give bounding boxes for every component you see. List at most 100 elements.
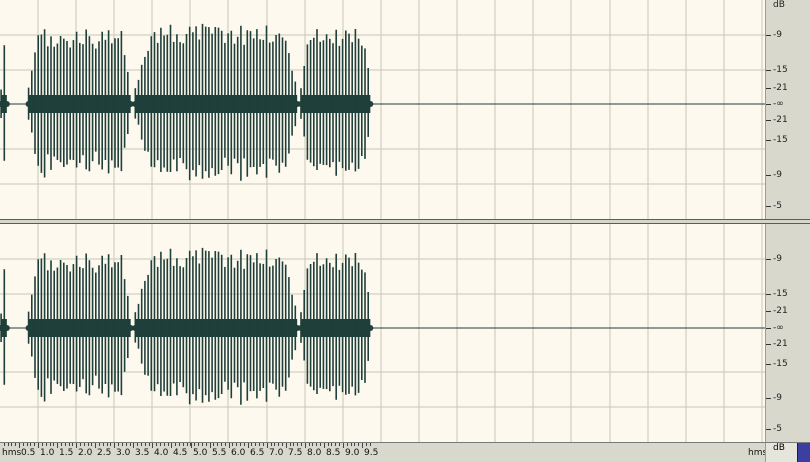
time-minor-tick bbox=[217, 443, 218, 446]
time-tick-label: 9.0 bbox=[345, 448, 360, 458]
db-tick bbox=[766, 311, 771, 312]
time-minor-tick bbox=[370, 443, 371, 446]
time-minor-tick bbox=[331, 443, 332, 446]
time-minor-tick bbox=[263, 443, 264, 446]
time-minor-tick bbox=[160, 443, 161, 446]
segment-edge-marker bbox=[25, 101, 32, 107]
time-minor-tick bbox=[297, 443, 298, 446]
time-minor-tick bbox=[324, 443, 325, 446]
time-ruler[interactable]: hms 0.5 1.0 1.5 2.0 2.5 3.0 3.5 4.0 4.5 5.0 5.5 6.0… bbox=[0, 442, 765, 462]
time-minor-tick bbox=[309, 443, 310, 446]
time-tick-label: 4.0 bbox=[154, 448, 169, 458]
time-minor-tick bbox=[293, 443, 294, 446]
time-minor-tick bbox=[175, 443, 176, 446]
db-tick bbox=[766, 364, 771, 365]
time-minor-tick bbox=[351, 443, 352, 446]
waveform-channel-right[interactable] bbox=[0, 224, 765, 442]
time-minor-tick bbox=[312, 443, 313, 446]
db-tick bbox=[766, 120, 771, 121]
time-minor-tick bbox=[164, 443, 165, 446]
db-tick bbox=[766, 398, 771, 399]
db-tick bbox=[766, 70, 771, 71]
time-minor-tick bbox=[225, 443, 226, 446]
time-minor-tick bbox=[137, 443, 138, 446]
time-minor-tick bbox=[53, 443, 54, 446]
time-minor-tick bbox=[149, 443, 150, 446]
db-tick-label: -21 bbox=[773, 306, 788, 316]
db-tick bbox=[766, 328, 771, 329]
segment-edge-marker bbox=[3, 325, 10, 331]
db-tick-label: -9 bbox=[773, 393, 782, 403]
time-minor-tick bbox=[50, 443, 51, 446]
time-minor-tick bbox=[152, 443, 153, 446]
time-minor-tick bbox=[316, 443, 317, 446]
time-minor-tick bbox=[19, 443, 20, 446]
db-tick-label: -15 bbox=[773, 359, 788, 369]
time-minor-tick bbox=[343, 443, 344, 446]
segment-edge-marker bbox=[25, 325, 32, 331]
time-minor-tick bbox=[335, 443, 336, 446]
db-bottom-unit: dB bbox=[773, 443, 785, 453]
time-minor-tick bbox=[122, 443, 123, 446]
time-minor-tick bbox=[244, 443, 245, 446]
time-minor-tick bbox=[366, 443, 367, 446]
db-tick bbox=[766, 344, 771, 345]
time-tick-label: 6.5 bbox=[250, 448, 265, 458]
time-tick-label: 9.5 bbox=[364, 448, 379, 458]
time-minor-tick bbox=[229, 443, 230, 446]
time-minor-tick bbox=[362, 443, 363, 446]
time-minor-tick bbox=[15, 443, 16, 446]
time-minor-tick bbox=[61, 443, 62, 446]
db-tick bbox=[766, 294, 771, 295]
time-minor-tick bbox=[110, 443, 111, 446]
time-minor-tick bbox=[107, 443, 108, 446]
time-tick-label: 8.0 bbox=[307, 448, 322, 458]
time-minor-tick bbox=[133, 443, 134, 446]
db-tick bbox=[766, 35, 771, 36]
segment-edge-marker bbox=[297, 101, 304, 107]
time-tick-label: 3.0 bbox=[116, 448, 131, 458]
time-minor-tick bbox=[271, 443, 272, 446]
time-minor-tick bbox=[42, 443, 43, 446]
db-ruler-bottom: -9 -15 -21 -∞ -21 -15 -9 -5 bbox=[765, 224, 810, 442]
segment-edge-marker bbox=[132, 325, 139, 331]
time-minor-tick bbox=[213, 443, 214, 446]
time-minor-tick bbox=[183, 443, 184, 446]
db-tick-label: -9 bbox=[773, 254, 782, 264]
scroll-button[interactable] bbox=[797, 443, 810, 462]
time-minor-tick bbox=[248, 443, 249, 446]
time-minor-tick bbox=[171, 443, 172, 446]
time-minor-tick bbox=[126, 443, 127, 446]
time-minor-tick bbox=[339, 443, 340, 446]
time-minor-tick bbox=[95, 443, 96, 446]
waveform-bars bbox=[0, 23, 374, 181]
db-tick-label: -15 bbox=[773, 65, 788, 75]
time-minor-tick bbox=[38, 443, 39, 446]
time-minor-tick bbox=[305, 443, 306, 446]
time-minor-tick bbox=[72, 443, 73, 446]
time-minor-tick bbox=[240, 443, 241, 446]
db-tick-label: -15 bbox=[773, 289, 788, 299]
time-minor-tick bbox=[187, 443, 188, 446]
time-minor-tick bbox=[236, 443, 237, 446]
time-minor-tick bbox=[278, 443, 279, 446]
db-tick-label: -∞ bbox=[773, 99, 784, 109]
segment-edge-marker bbox=[132, 101, 139, 107]
time-tick-label: 7.0 bbox=[269, 448, 284, 458]
time-minor-tick bbox=[354, 443, 355, 446]
time-minor-tick bbox=[286, 443, 287, 446]
time-minor-tick bbox=[114, 443, 115, 446]
time-minor-tick bbox=[267, 443, 268, 446]
db-tick-label: -21 bbox=[773, 83, 788, 93]
db-tick bbox=[766, 206, 771, 207]
time-minor-tick bbox=[179, 443, 180, 446]
time-minor-tick bbox=[202, 443, 203, 446]
time-minor-tick bbox=[221, 443, 222, 446]
time-minor-tick bbox=[69, 443, 70, 446]
time-tick-label: 1.0 bbox=[40, 448, 55, 458]
time-minor-tick bbox=[34, 443, 35, 446]
time-tick-label: 2.5 bbox=[97, 448, 112, 458]
waveform-channel-left[interactable] bbox=[0, 0, 765, 219]
segment-edge-marker bbox=[3, 101, 10, 107]
segment-edge-marker bbox=[297, 325, 304, 331]
